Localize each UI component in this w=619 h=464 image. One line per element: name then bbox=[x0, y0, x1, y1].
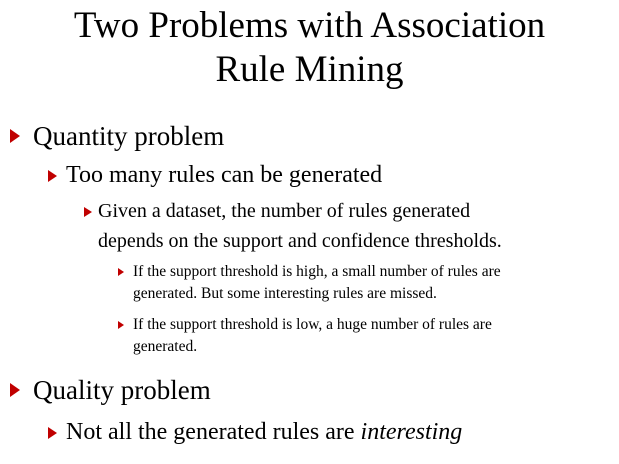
bullet-low-threshold-continued: generated. bbox=[133, 336, 197, 358]
bullet-text: Quality problem bbox=[33, 375, 211, 405]
bullet-arrow-icon bbox=[118, 268, 124, 276]
emphasis-text: interesting bbox=[360, 419, 463, 445]
bullet-low-threshold: If the support threshold is low, a huge … bbox=[133, 314, 492, 336]
bullet-high-threshold: If the support threshold is high, a smal… bbox=[133, 261, 501, 283]
bullet-text-line-1: If the support threshold is high, a smal… bbox=[133, 263, 501, 280]
bullet-text: Quantity problem bbox=[33, 121, 225, 151]
bullet-quality-problem: Quality problem bbox=[33, 374, 211, 406]
title-line-1: Two Problems with Association bbox=[73, 5, 546, 46]
bullet-given-dataset-continued: depends on the support and confidence th… bbox=[98, 228, 502, 254]
bullet-given-dataset: Given a dataset, the number of rules gen… bbox=[98, 198, 470, 224]
bullet-arrow-icon bbox=[48, 427, 57, 439]
bullet-text-line-1: Given a dataset, the number of rules gen… bbox=[98, 200, 471, 222]
bullet-text-line-2: generated. bbox=[133, 338, 198, 355]
bullet-too-many-rules: Too many rules can be generated bbox=[66, 160, 382, 190]
bullet-quantity-problem: Quantity problem bbox=[33, 120, 224, 152]
bullet-high-threshold-continued: generated. But some interesting rules ar… bbox=[133, 283, 437, 305]
bullet-text-line-2: generated. But some interesting rules ar… bbox=[133, 285, 437, 302]
bullet-text-line-1: If the support threshold is low, a huge … bbox=[133, 316, 492, 333]
bullet-arrow-icon bbox=[118, 321, 124, 329]
bullet-text: Too many rules can be generated bbox=[66, 162, 383, 188]
bullet-arrow-icon bbox=[10, 129, 20, 143]
bullet-text-line-2: depends on the support and confidence th… bbox=[98, 230, 502, 252]
bullet-arrow-icon bbox=[10, 383, 20, 397]
bullet-arrow-icon bbox=[48, 170, 57, 182]
title-line-2: Rule Mining bbox=[215, 49, 404, 90]
slide-title: Two Problems with Association Rule Minin… bbox=[0, 4, 619, 92]
bullet-not-all-interesting: Not all the generated rules are interest… bbox=[66, 417, 462, 447]
bullet-arrow-icon bbox=[84, 207, 92, 217]
bullet-text: Not all the generated rules are bbox=[66, 419, 361, 445]
